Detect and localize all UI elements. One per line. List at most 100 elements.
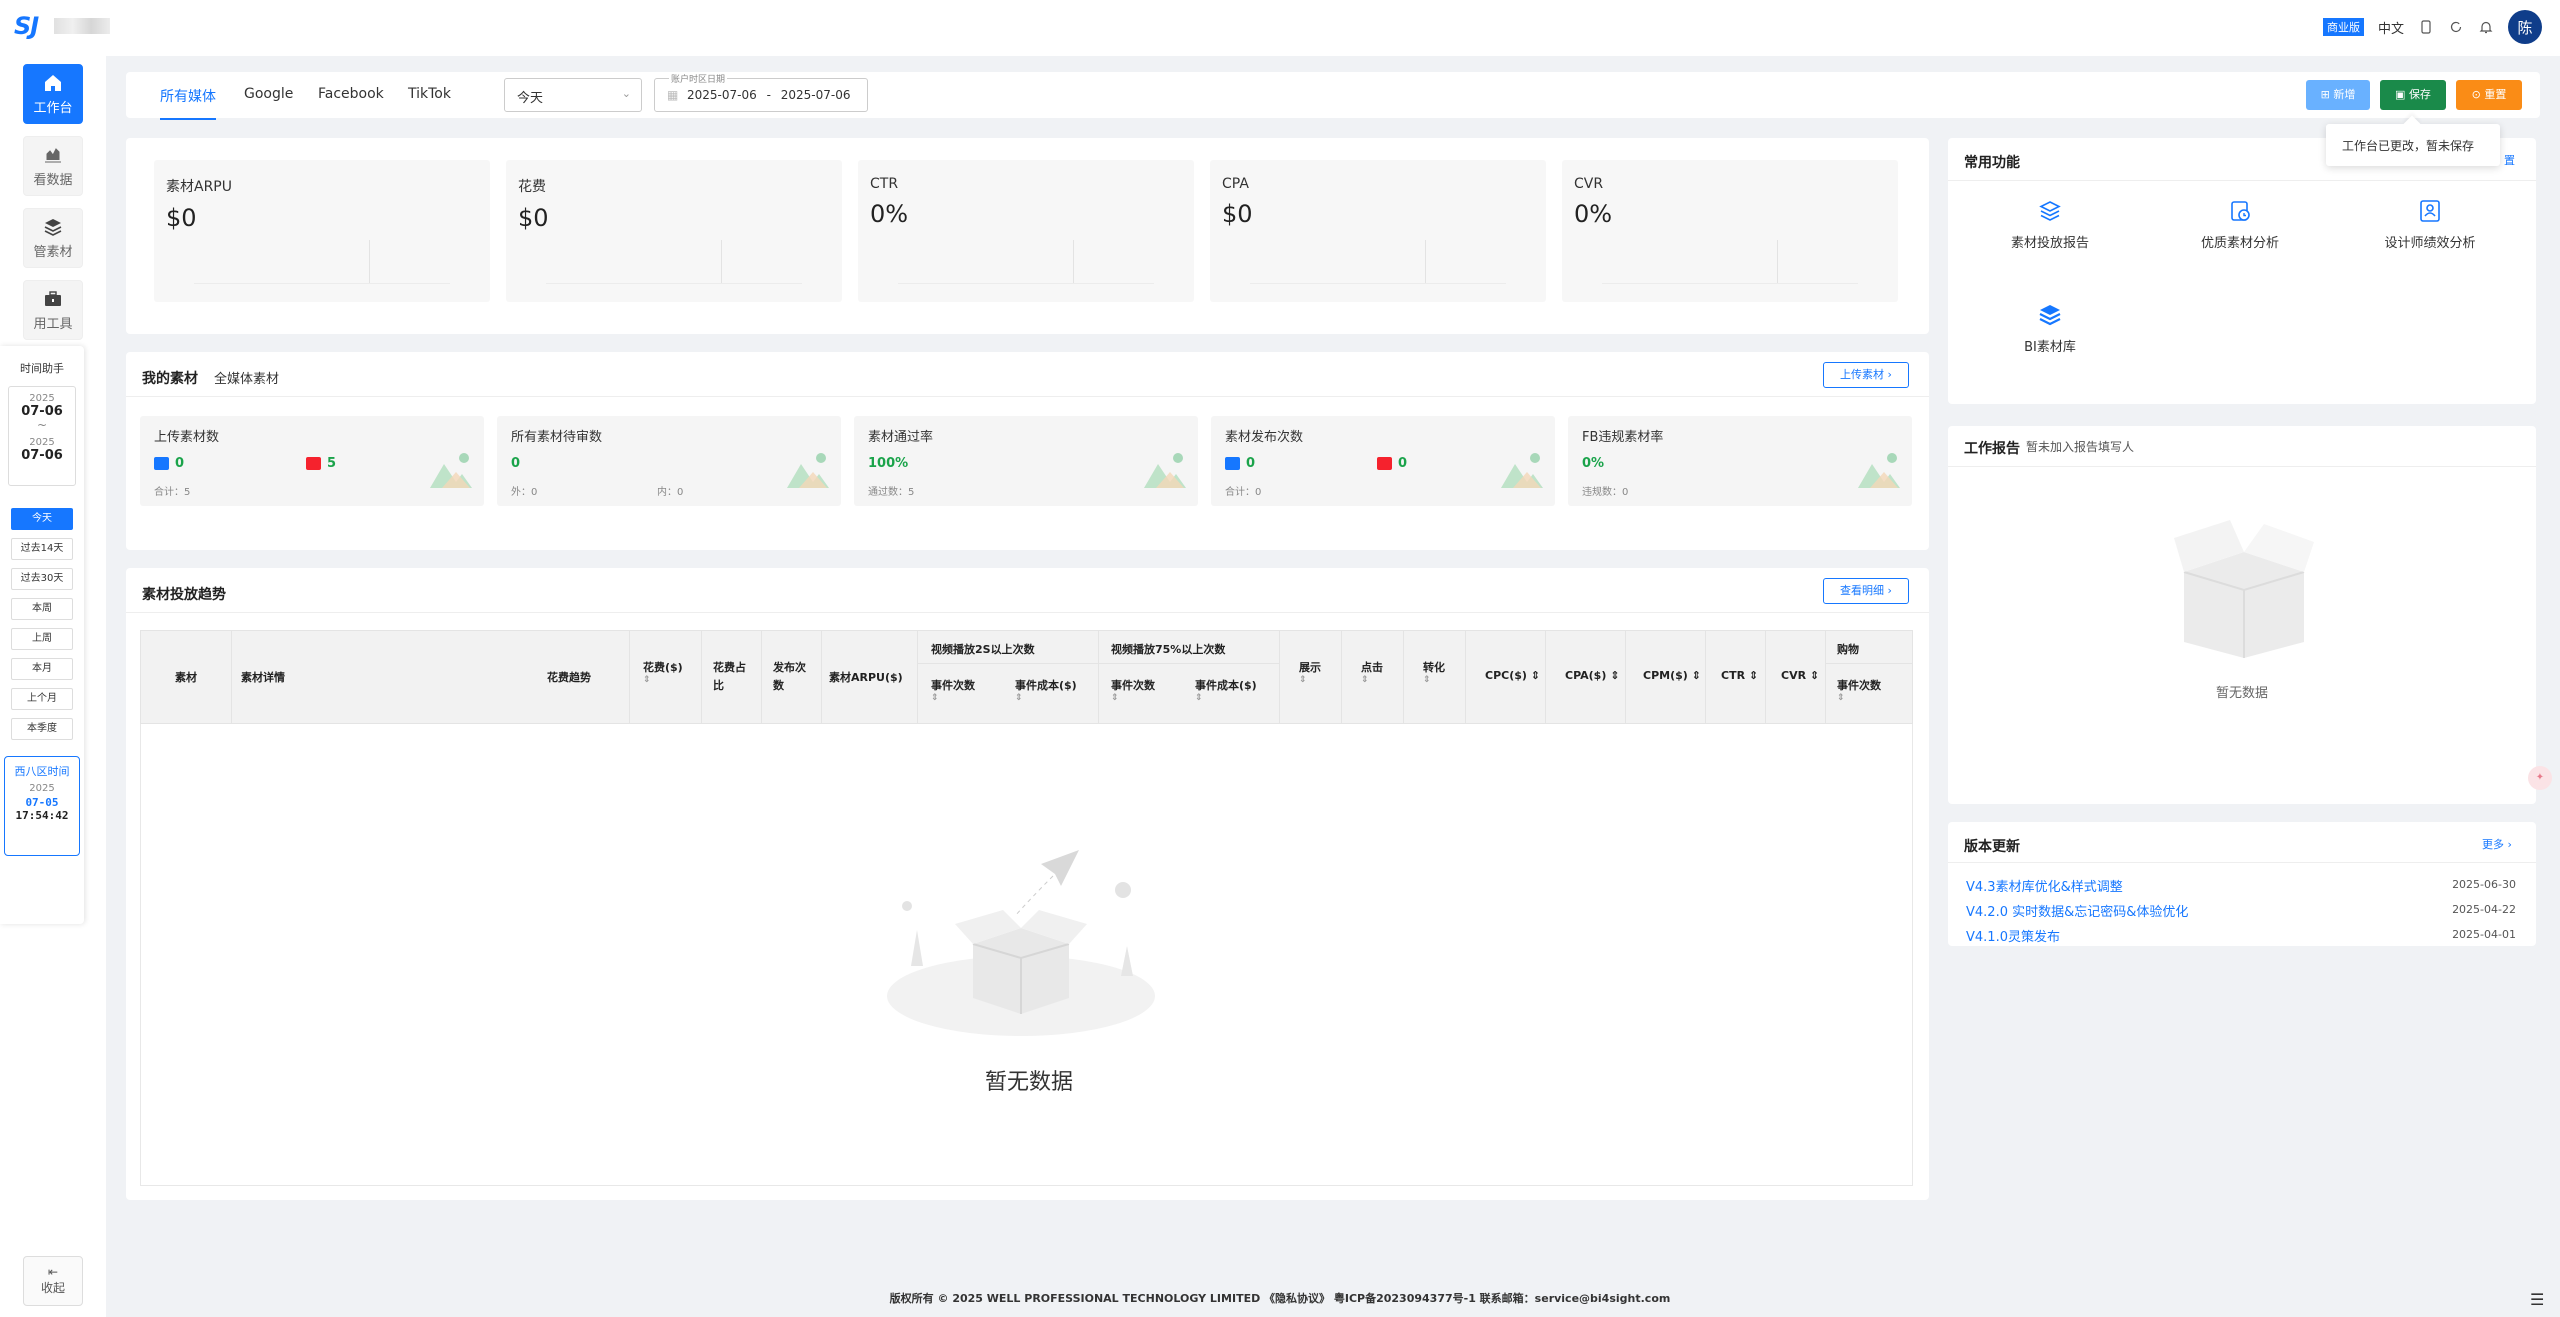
timezone-date: 07-05 [25, 796, 59, 809]
reset-button[interactable]: ⊙ 重置 [2456, 80, 2522, 110]
time-btn-this-quarter[interactable]: 本季度 [11, 718, 73, 740]
mini-card-pass-rate[interactable]: 素材通过率 100% 通过数：5 [854, 416, 1198, 506]
kpi-card-arpu[interactable]: 素材ARPU $0 [154, 160, 490, 302]
add-button[interactable]: ⊞ 新增 [2306, 80, 2370, 110]
sidebar-item-workbench[interactable]: 工作台 [23, 64, 83, 124]
logo[interactable]: SJ [14, 12, 39, 40]
col-cpm[interactable]: CPM($) ⇕ [1643, 669, 1701, 682]
view-details-button[interactable]: 查看明细 › [1823, 578, 1909, 604]
col-material: 素材 [175, 671, 197, 684]
edition-badge: 商业版 [2322, 18, 2364, 36]
timezone-time: 17:54:42 [15, 809, 69, 822]
menu-icon[interactable]: ☰ [2530, 1290, 2544, 1309]
chart-icon [45, 147, 61, 162]
sidebar-item-tools[interactable]: 用工具 [23, 280, 83, 340]
date-start: 2025-07-06 [687, 88, 757, 102]
bell-icon[interactable] [2478, 19, 2494, 35]
pass-rate-value: 100% [868, 455, 909, 471]
mini-card-name: 上传素材数 [154, 430, 220, 445]
func-quality-analysis[interactable]: 优质素材分析 [2160, 198, 2320, 251]
time-helper-panel: 时间助手 2025 07-06 ~ 2025 07-06 今天 过去14天 过去… [0, 346, 84, 924]
top-bar: SJ 商业版 中文 陈 [0, 0, 2560, 56]
kpi-name: CPA [1222, 176, 1249, 192]
col-spend[interactable]: 花费($) ⇕ [643, 659, 683, 685]
time-btn-past14[interactable]: 过去14天 [11, 538, 73, 560]
mobile-icon[interactable] [2418, 19, 2434, 35]
kpi-card-spend[interactable]: 花费 $0 [506, 160, 842, 302]
image-icon [154, 456, 169, 470]
sort-icon: ⇕ [1015, 693, 1023, 703]
col-video-75-cost[interactable]: 事件成本($) ⇕ [1195, 677, 1257, 703]
time-btn-past30[interactable]: 过去30天 [11, 568, 73, 590]
col-cpc[interactable]: CPC($) ⇕ [1485, 669, 1540, 682]
settings-link-partial[interactable]: 置 [2504, 152, 2515, 168]
collapse-icon: ⇤ [47, 1265, 59, 1279]
time-btn-last-month[interactable]: 上个月 [11, 688, 73, 710]
version-row[interactable]: V4.3素材库优化&样式调整 2025-06-30 [1966, 876, 2516, 895]
all-media-material-tab[interactable]: 全媒体素材 [214, 368, 279, 387]
mini-card-uploaded[interactable]: 上传素材数 0 5 合计：5 [140, 416, 484, 506]
col-video-2s-events[interactable]: 事件次数 ⇕ [931, 677, 975, 703]
my-material-panel: 我的素材 全媒体素材 上传素材 › 上传素材数 0 5 合计：5 所有素材待审数… [126, 352, 1929, 550]
col-shopping-events[interactable]: 事件次数 ⇕ [1837, 677, 1881, 703]
time-btn-today[interactable]: 今天 [11, 508, 73, 530]
kpi-card-cpa[interactable]: CPA $0 [1210, 160, 1546, 302]
time-btn-this-month[interactable]: 本月 [11, 658, 73, 680]
kpi-card-ctr[interactable]: CTR 0% [858, 160, 1194, 302]
sidebar-item-data[interactable]: 看数据 [23, 136, 83, 196]
col-video-75-events[interactable]: 事件次数 ⇕ [1111, 677, 1155, 703]
chevron-right-icon: › [2507, 838, 2512, 851]
image-count: 0 [1246, 455, 1256, 471]
floating-assistant-icon[interactable]: ✦ [2528, 766, 2552, 790]
save-button[interactable]: ▣ 保存 [2380, 80, 2446, 110]
time-btn-this-week[interactable]: 本周 [11, 598, 73, 620]
col-video-2s-cost[interactable]: 事件成本($) ⇕ [1015, 677, 1077, 703]
mini-card-publish[interactable]: 素材发布次数 0 0 合计：0 [1211, 416, 1555, 506]
col-clicks[interactable]: 点击 ⇕ [1361, 659, 1383, 685]
time-btn-last-week[interactable]: 上周 [11, 628, 73, 650]
divider [1948, 466, 2536, 467]
version-title: V4.2.0 实时数据&忘记密码&体验优化 [1966, 905, 2189, 920]
upload-material-button[interactable]: 上传素材 › [1823, 362, 1909, 388]
video-count: 0 [1398, 455, 1408, 471]
tab-facebook[interactable]: Facebook [318, 86, 384, 102]
version-updates-title: 版本更新 [1964, 839, 2020, 855]
func-designer-performance[interactable]: 设计师绩效分析 [2350, 198, 2510, 251]
tab-all-media[interactable]: 所有媒体 [160, 86, 216, 120]
kpi-value: $0 [166, 204, 197, 232]
kpi-name: CVR [1574, 176, 1604, 192]
sidebar-item-materials[interactable]: 管素材 [23, 208, 83, 268]
language-switch[interactable]: 中文 [2378, 18, 2404, 37]
user-avatar[interactable]: 陈 [2508, 10, 2542, 44]
work-report-sub: 暂未加入报告填写人 [2026, 440, 2135, 454]
add-icon: ⊞ [2320, 88, 2334, 101]
col-impressions[interactable]: 展示 ⇕ [1299, 659, 1321, 685]
empty-box-icon [2174, 520, 2314, 658]
filter-bar: 所有媒体 Google Facebook TikTok 今天 ⌄ 账户时区日期 … [126, 72, 2540, 120]
col-conversions[interactable]: 转化 ⇕ [1423, 659, 1445, 685]
version-row[interactable]: V4.2.0 实时数据&忘记密码&体验优化 2025-04-22 [1966, 901, 2516, 920]
logo-brand-blurred [54, 18, 110, 34]
version-row[interactable]: V4.1.0灵策发布 2025-04-01 [1966, 926, 2516, 945]
func-bi-library[interactable]: BI素材库 [1970, 302, 2130, 355]
sort-icon: ⇕ [1111, 693, 1119, 703]
refresh-icon[interactable] [2448, 19, 2464, 35]
mini-card-fb-violation[interactable]: FB违规素材率 0% 违规数：0 [1568, 416, 1912, 506]
col-ctr[interactable]: CTR ⇕ [1721, 669, 1758, 682]
col-cpa[interactable]: CPA($) ⇕ [1565, 669, 1619, 682]
period-select[interactable]: 今天 ⌄ [504, 78, 642, 112]
sidebar-item-label: 管素材 [33, 244, 73, 260]
tab-tiktok[interactable]: TikTok [408, 86, 451, 102]
more-link[interactable]: 更多 › [2482, 836, 2512, 852]
date-range-picker[interactable]: 账户时区日期 ▦ 2025-07-06 - 2025-07-06 [654, 72, 868, 112]
tab-google[interactable]: Google [244, 86, 293, 102]
col-cvr[interactable]: CVR ⇕ [1781, 669, 1819, 682]
mini-card-pending[interactable]: 所有素材待审数 0 外：0 内：0 [497, 416, 841, 506]
func-material-report[interactable]: 素材投放报告 [1970, 198, 2130, 251]
kpi-card-cvr[interactable]: CVR 0% [1562, 160, 1898, 302]
col-spend-trend: 花费趋势 [547, 671, 591, 684]
work-report-title: 工作报告 [1964, 441, 2020, 457]
col-label: CPM($) [1643, 669, 1688, 682]
col-shopping: 购物 [1837, 643, 1859, 656]
mountain-sun-icon [1501, 453, 1543, 488]
